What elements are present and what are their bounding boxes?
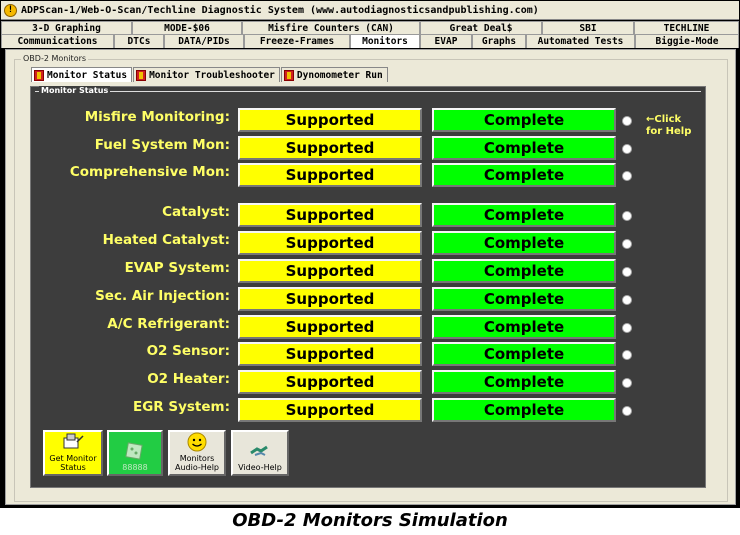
scanner-icon — [62, 432, 84, 452]
complete-status-box: Complete — [432, 203, 616, 227]
subtab-monitor-troubleshooter[interactable]: Monitor Troubleshooter — [133, 67, 280, 82]
complete-status-box: Complete — [432, 259, 616, 283]
tab-great-deals[interactable]: Great Deal$ — [420, 21, 542, 35]
page-caption: OBD-2 Monitors Simulation — [232, 510, 508, 531]
supported-status-box: Supported — [238, 231, 422, 255]
supported-status-box: Supported — [238, 398, 422, 422]
video-help-label: Video-Help — [238, 463, 282, 472]
tab-evap[interactable]: EVAP — [420, 34, 472, 48]
tab-automated-tests[interactable]: Automated Tests — [526, 34, 635, 48]
tab-mode-06[interactable]: MODE-$06 — [132, 21, 242, 35]
monitor-label: Heated Catalyst: — [102, 232, 230, 248]
help-radio-button[interactable] — [622, 171, 632, 181]
group-label: OBD-2 Monitors — [21, 54, 89, 63]
help-note-line-2: for Help — [646, 126, 692, 137]
tab-freeze-frames[interactable]: Freeze-Frames — [244, 34, 350, 48]
frame-line — [35, 91, 701, 92]
supported-status-box: Supported — [238, 287, 422, 311]
tab-graphs[interactable]: Graphs — [472, 34, 526, 48]
supported-status-box: Supported — [238, 315, 422, 339]
monitor-label: O2 Heater: — [147, 371, 230, 387]
help-radio-button[interactable] — [622, 239, 632, 249]
help-radio-button[interactable] — [622, 406, 632, 416]
subtab-label: Monitor Troubleshooter — [149, 69, 275, 81]
monitor-label: Comprehensive Mon: — [69, 164, 230, 180]
tab-sbi[interactable]: SBI — [542, 21, 634, 35]
tab-monitors[interactable]: Monitors — [350, 34, 420, 48]
info-icon: ! — [4, 3, 17, 17]
help-radio-button[interactable] — [622, 350, 632, 360]
subtab-label: Dynomometer Run — [296, 69, 383, 81]
subtab-dynomometer-run[interactable]: Dynomometer Run — [280, 67, 388, 82]
complete-status-box: Complete — [432, 398, 616, 422]
complete-status-box: Complete — [432, 315, 616, 339]
handshake-icon — [249, 441, 271, 461]
complete-status-box: Complete — [432, 370, 616, 394]
panel-label: Monitor Status — [39, 86, 111, 95]
monitor-label: Fuel System Mon: — [94, 137, 230, 153]
help-note-line-1: ←Click — [646, 114, 682, 125]
tab-dtcs[interactable]: DTCs — [114, 34, 164, 48]
help-radio-button[interactable] — [622, 267, 632, 277]
monitor-label: EVAP System: — [124, 260, 230, 276]
complete-status-box: Complete — [432, 163, 616, 187]
disabled-button: 88888 — [107, 430, 163, 476]
tab-data-pids[interactable]: DATA/PIDs — [164, 34, 244, 48]
supported-status-box: Supported — [238, 163, 422, 187]
help-radio-button[interactable] — [622, 323, 632, 333]
complete-status-box: Complete — [432, 231, 616, 255]
monitors-audio-help-button[interactable]: Monitors Audio-Help — [168, 430, 226, 476]
tab-row-2: Communications DTCs DATA/PIDs Freeze-Fra… — [1, 34, 739, 48]
monitor-label: Misfire Monitoring: — [84, 109, 230, 125]
supported-status-box: Supported — [238, 259, 422, 283]
monitor-label: O2 Sensor: — [146, 343, 230, 359]
tab-row-1: 3-D Graphing MODE-$06 Misfire Counters (… — [1, 21, 739, 35]
window-title: ADPScan-1/Web-O-Scan/Techline Diagnostic… — [21, 4, 539, 16]
book-icon — [136, 69, 147, 81]
monitor-label: Sec. Air Injection: — [95, 288, 230, 304]
get-status-label: Get Monitor Status — [49, 454, 97, 472]
book-icon — [283, 69, 294, 81]
book-icon — [34, 69, 44, 81]
monitor-label: Catalyst: — [162, 204, 230, 220]
dice-icon — [124, 441, 146, 461]
title-bar: ! ADPScan-1/Web-O-Scan/Techline Diagnost… — [1, 1, 739, 20]
audio-help-label: Monitors Audio-Help — [174, 454, 219, 472]
help-note: ←Click for Help — [646, 114, 691, 138]
video-help-button[interactable]: Video-Help — [231, 430, 289, 476]
disabled-label: 88888 — [122, 463, 148, 472]
supported-status-box: Supported — [238, 370, 422, 394]
subtab-bar: Monitor Status Monitor Troubleshooter Dy… — [31, 67, 389, 82]
complete-status-box: Complete — [432, 342, 616, 366]
complete-status-box: Complete — [432, 136, 616, 160]
monitor-label: A/C Refrigerant: — [107, 316, 230, 332]
complete-status-box: Complete — [432, 287, 616, 311]
tab-3d-graphing[interactable]: 3-D Graphing — [1, 21, 132, 35]
smiley-icon — [186, 432, 208, 452]
tab-misfire-counters[interactable]: Misfire Counters (CAN) — [242, 21, 420, 35]
tab-techline[interactable]: TECHLINE — [634, 21, 739, 35]
get-monitor-status-button[interactable]: Get Monitor Status — [43, 430, 103, 476]
supported-status-box: Supported — [238, 136, 422, 160]
monitor-label: EGR System: — [132, 399, 230, 415]
help-radio-button[interactable] — [622, 378, 632, 388]
supported-status-box: Supported — [238, 108, 422, 132]
complete-status-box: Complete — [432, 108, 616, 132]
supported-status-box: Supported — [238, 342, 422, 366]
subtab-label: Monitor Status — [47, 69, 128, 81]
tab-communications[interactable]: Communications — [1, 34, 114, 48]
help-radio-button[interactable] — [622, 144, 632, 154]
help-radio-button[interactable] — [622, 295, 632, 305]
subtab-monitor-status[interactable]: Monitor Status — [31, 67, 133, 82]
help-radio-button[interactable] — [622, 211, 632, 221]
supported-status-box: Supported — [238, 203, 422, 227]
help-radio-button[interactable] — [622, 116, 632, 126]
tab-biggie-mode[interactable]: Biggie-Mode — [635, 34, 739, 48]
